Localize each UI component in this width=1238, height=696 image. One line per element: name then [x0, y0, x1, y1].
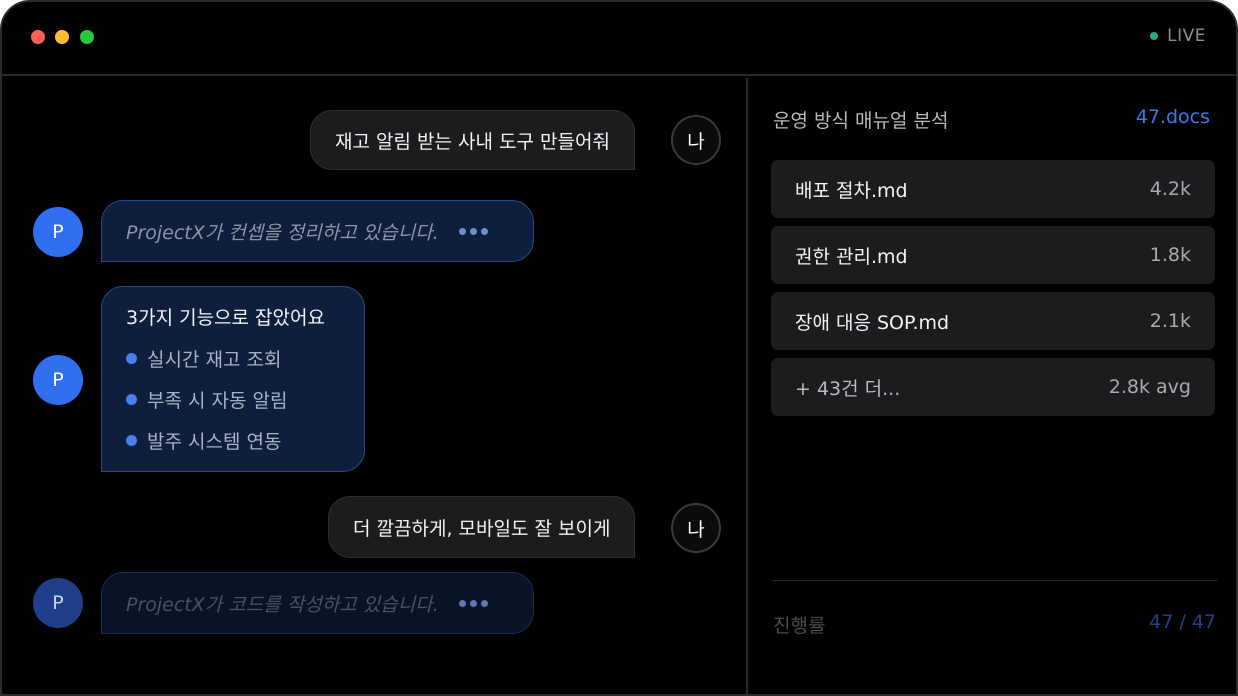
bullet-icon	[126, 353, 137, 364]
title-bar: LIVE	[2, 2, 1236, 76]
file-row[interactable]: 장애 대응 SOP.md 2.1k	[771, 292, 1215, 350]
minimize-window-button[interactable]	[55, 30, 69, 44]
app-window: LIVE 재고 알림 받는 사내 도구 만들어줘 나 P ProjectX가 컨…	[0, 0, 1238, 696]
bot-avatar: P	[33, 578, 83, 628]
file-row[interactable]: 권한 관리.md 1.8k	[771, 226, 1215, 284]
document-count: 47.docs	[1135, 106, 1210, 128]
typing-dots-icon	[458, 227, 488, 235]
typing-dots-icon	[458, 599, 488, 607]
typing-text: ProjectX가 코드를 작성하고 있습니다.	[126, 593, 439, 616]
features-title: 3가지 기능으로 잡았어요	[126, 307, 325, 329]
more-files-label: + 43건 더...	[795, 377, 901, 400]
file-size: 2.1k	[1149, 310, 1191, 332]
analysis-panel: 운영 방식 매뉴얼 분석 47.docs 배포 절차.md 4.2k 권한 관리…	[748, 78, 1236, 694]
file-size: 1.8k	[1149, 244, 1191, 266]
user-avatar: 나	[671, 503, 721, 553]
bullet-icon	[126, 435, 137, 446]
user-message: 더 깔끔하게, 모바일도 잘 보이게	[328, 496, 636, 558]
close-window-button[interactable]	[31, 30, 45, 44]
typing-text: ProjectX가 컨셉을 정리하고 있습니다.	[126, 221, 439, 244]
bullet-icon	[126, 394, 137, 405]
file-name: 장애 대응 SOP.md	[795, 311, 950, 334]
file-name: 배포 절차.md	[795, 179, 908, 202]
progress-label: 진행률	[773, 615, 826, 637]
chat-panel: 재고 알림 받는 사내 도구 만들어줘 나 P ProjectX가 컨셉을 정리…	[2, 78, 746, 694]
bot-typing-indicator: ProjectX가 컨셉을 정리하고 있습니다.	[101, 200, 534, 262]
live-indicator: LIVE	[1150, 26, 1206, 46]
live-dot-icon	[1150, 32, 1159, 40]
progress-value: 47 / 47	[1149, 611, 1216, 633]
more-files-row[interactable]: + 43건 더... 2.8k avg	[771, 358, 1215, 416]
section-divider	[772, 580, 1218, 581]
bot-avatar: P	[33, 355, 83, 405]
user-avatar: 나	[671, 115, 721, 165]
feature-item: 발주 시스템 연동	[126, 427, 281, 454]
user-message-text: 더 깔끔하게, 모바일도 잘 보이게	[353, 517, 611, 540]
bot-typing-indicator: ProjectX가 코드를 작성하고 있습니다.	[101, 572, 534, 634]
file-row[interactable]: 배포 절차.md 4.2k	[771, 160, 1215, 218]
analysis-title: 운영 방식 매뉴얼 분석	[773, 110, 949, 132]
feature-item: 실시간 재고 조회	[126, 345, 281, 372]
average-size: 2.8k avg	[1108, 376, 1191, 398]
bot-avatar: P	[33, 207, 83, 257]
user-message-text: 재고 알림 받는 사내 도구 만들어줘	[335, 130, 610, 153]
user-message: 재고 알림 받는 사내 도구 만들어줘	[310, 110, 635, 170]
feature-item: 부족 시 자동 알림	[126, 386, 287, 413]
file-name: 권한 관리.md	[795, 245, 908, 268]
file-size: 4.2k	[1149, 178, 1191, 200]
bot-message-features: 3가지 기능으로 잡았어요 실시간 재고 조회 부족 시 자동 알림 발주 시스…	[101, 286, 365, 472]
live-label: LIVE	[1167, 26, 1206, 46]
maximize-window-button[interactable]	[80, 30, 94, 44]
